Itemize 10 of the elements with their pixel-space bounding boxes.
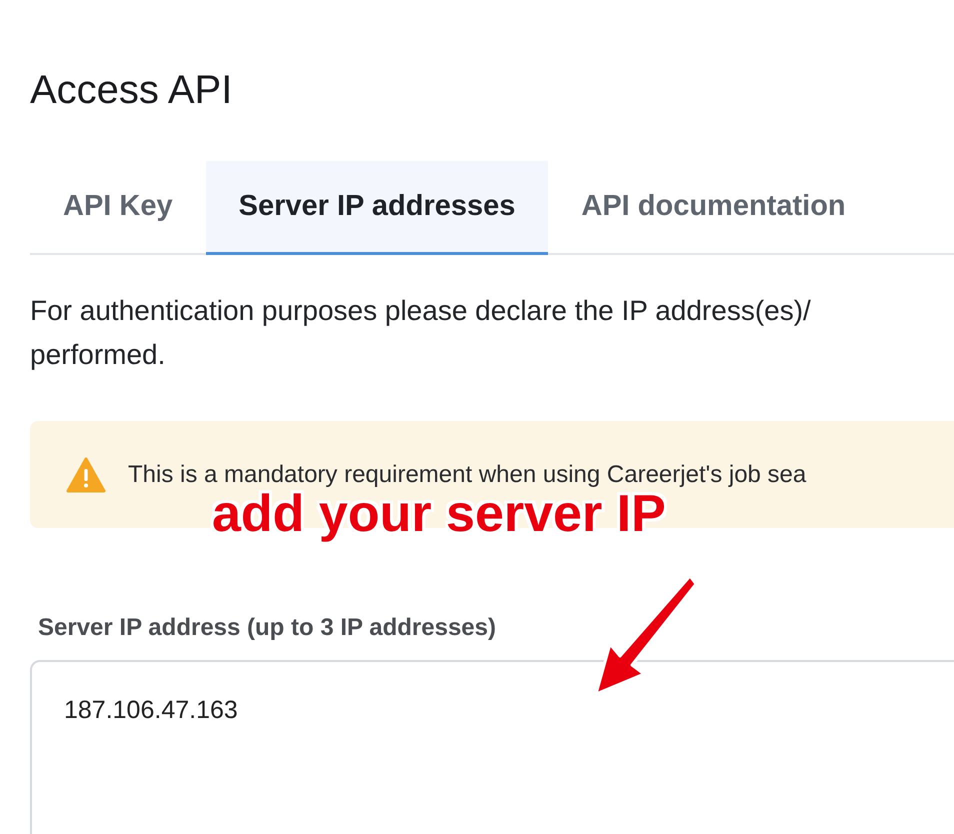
intro-text: performed.: [30, 338, 166, 372]
tab[interactable]: API Key: [30, 161, 206, 255]
page-title: Access API: [30, 67, 234, 114]
field-label: Server IP address (up to 3 IP addresses): [38, 614, 497, 642]
intro-text: For authentication purposes please declare the IP address(es)/: [30, 294, 812, 328]
warning-text: This is a mandatory requirement when using Careerjet's job sea: [128, 460, 806, 488]
tab[interactable]: API documentation: [548, 161, 879, 255]
warning-icon: [66, 456, 106, 492]
input-field[interactable]: 187.106.47.163: [30, 660, 954, 834]
tab[interactable]: Server IP addresses: [206, 161, 548, 255]
